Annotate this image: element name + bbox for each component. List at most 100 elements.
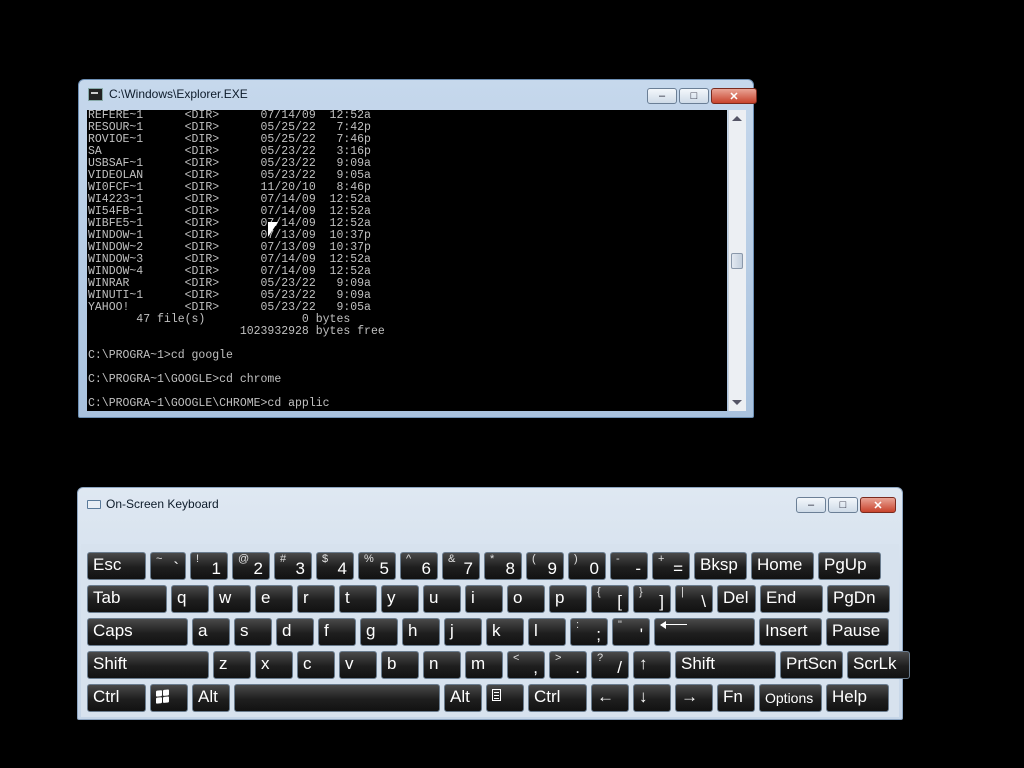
key-label: i (471, 588, 475, 607)
q-key[interactable]: q (171, 585, 209, 613)
9-key[interactable]: (9 (526, 552, 564, 580)
pgup-key[interactable]: PgUp (818, 552, 881, 580)
osk-window: On-Screen Keyboard – □ ✕ Esc ~ `! 1 @2 #3 $4% 5… (77, 487, 910, 720)
space-key[interactable] (234, 684, 440, 712)
w-key[interactable]: w (213, 585, 251, 613)
scroll-up-arrow-icon[interactable] (732, 116, 742, 121)
key-shift-symbol: @ (238, 553, 250, 565)
1-key[interactable]: ! 1 (190, 552, 228, 580)
s-key[interactable]: s (234, 618, 272, 646)
left-arrow-key[interactable]: ← (591, 684, 629, 712)
4-key[interactable]: $4 (316, 552, 354, 580)
ctrl-key[interactable]: Ctrl (528, 684, 587, 712)
fn-key[interactable]: Fn (717, 684, 755, 712)
6-key[interactable]: ^ 6 (400, 552, 438, 580)
key-shift-symbol: { (597, 586, 601, 598)
h-key[interactable]: h (402, 618, 440, 646)
key-label: y (387, 588, 396, 607)
close-button[interactable]: ✕ (711, 88, 757, 104)
insert-key[interactable]: Insert (759, 618, 822, 646)
alt-key[interactable]: Alt (192, 684, 230, 712)
console-output[interactable]: REFERE~1 <DIR> 07/14/09 12:52a RESOUR~1 … (87, 110, 727, 411)
console-titlebar[interactable]: C:\Windows\Explorer.EXE – □ ✕ (79, 80, 757, 109)
osk-titlebar[interactable]: On-Screen Keyboard – □ ✕ (78, 488, 902, 517)
y-key[interactable]: y (381, 585, 419, 613)
pgdn-key[interactable]: PgDn (827, 585, 890, 613)
o-key[interactable]: o (507, 585, 545, 613)
e-key[interactable]: e (255, 585, 293, 613)
pause-key[interactable]: Pause (826, 618, 889, 646)
f-key[interactable]: f (318, 618, 356, 646)
a-key[interactable]: a (192, 618, 230, 646)
b-key[interactable]: b (381, 651, 419, 679)
bksp-key[interactable]: Bksp (694, 552, 747, 580)
console-scrollbar[interactable] (728, 110, 746, 411)
enter-arrow-key[interactable] (654, 618, 755, 646)
r-key[interactable]: r (297, 585, 335, 613)
right-arrow-key[interactable]: → (675, 684, 713, 712)
symbol-r0c1-key[interactable]: ~ ` (150, 552, 186, 580)
5-key[interactable]: % 5 (358, 552, 396, 580)
i-key[interactable]: i (465, 585, 503, 613)
alt-key[interactable]: Alt (444, 684, 482, 712)
t-key[interactable]: t (339, 585, 377, 613)
down-arrow-key[interactable]: ↓ (633, 684, 671, 712)
scroll-thumb[interactable] (731, 253, 743, 269)
g-key[interactable]: g (360, 618, 398, 646)
home-key[interactable]: Home (751, 552, 814, 580)
key-main-symbol: \ (701, 592, 706, 611)
u-key[interactable]: u (423, 585, 461, 613)
osk-maximize-button[interactable]: □ (828, 497, 858, 513)
p-key[interactable]: p (549, 585, 587, 613)
symbol-r1c13-key[interactable]: | \ (675, 585, 713, 613)
symbol-r0c13-key[interactable]: + = (652, 552, 690, 580)
key-label: f (324, 621, 329, 640)
help-key[interactable]: Help (826, 684, 889, 712)
symbol-r2c11-key[interactable]: " ' (612, 618, 650, 646)
up-arrow-key[interactable]: ↑ (633, 651, 671, 679)
end-key[interactable]: End (760, 585, 823, 613)
symbol-r1c12-key[interactable]: }] (633, 585, 671, 613)
menu-key-key[interactable] (486, 684, 524, 712)
l-key[interactable]: l (528, 618, 566, 646)
osk-close-button[interactable]: ✕ (860, 497, 896, 513)
v-key[interactable]: v (339, 651, 377, 679)
scrlk-key[interactable]: ScrLk (847, 651, 910, 679)
n-key[interactable]: n (423, 651, 461, 679)
3-key[interactable]: #3 (274, 552, 312, 580)
minimize-button[interactable]: – (647, 88, 677, 104)
symbol-r3c10-key[interactable]: ? / (591, 651, 629, 679)
0-key[interactable]: ) 0 (568, 552, 606, 580)
tab-key[interactable]: Tab (87, 585, 167, 613)
symbol-r1c11-key[interactable]: {[ (591, 585, 629, 613)
x-key[interactable]: x (255, 651, 293, 679)
maximize-button[interactable]: □ (679, 88, 709, 104)
j-key[interactable]: j (444, 618, 482, 646)
symbol-r0c12-key[interactable]: -- (610, 552, 648, 580)
key-label: v (345, 654, 354, 673)
c-key[interactable]: c (297, 651, 335, 679)
shift-key[interactable]: Shift (675, 651, 776, 679)
z-key[interactable]: z (213, 651, 251, 679)
scroll-down-arrow-icon[interactable] (732, 400, 742, 405)
caps-key[interactable]: Caps (87, 618, 188, 646)
ctrl-key[interactable]: Ctrl (87, 684, 146, 712)
7-key[interactable]: & 7 (442, 552, 480, 580)
shift-key[interactable]: Shift (87, 651, 209, 679)
symbol-r3c9-key[interactable]: >. (549, 651, 587, 679)
osk-minimize-button[interactable]: – (796, 497, 826, 513)
key-main-symbol: 0 (589, 559, 599, 578)
d-key[interactable]: d (276, 618, 314, 646)
symbol-r2c10-key[interactable]: :; (570, 618, 608, 646)
options-key[interactable]: Options (759, 684, 822, 712)
prtscn-key[interactable]: PrtScn (780, 651, 843, 679)
key-label: Shift (681, 654, 716, 673)
windows-logo-key[interactable] (150, 684, 188, 712)
8-key[interactable]: * 8 (484, 552, 522, 580)
del-key[interactable]: Del (717, 585, 756, 613)
esc-key[interactable]: Esc (87, 552, 146, 580)
m-key[interactable]: m (465, 651, 503, 679)
k-key[interactable]: k (486, 618, 524, 646)
2-key[interactable]: @2 (232, 552, 270, 580)
symbol-r3c8-key[interactable]: <, (507, 651, 545, 679)
